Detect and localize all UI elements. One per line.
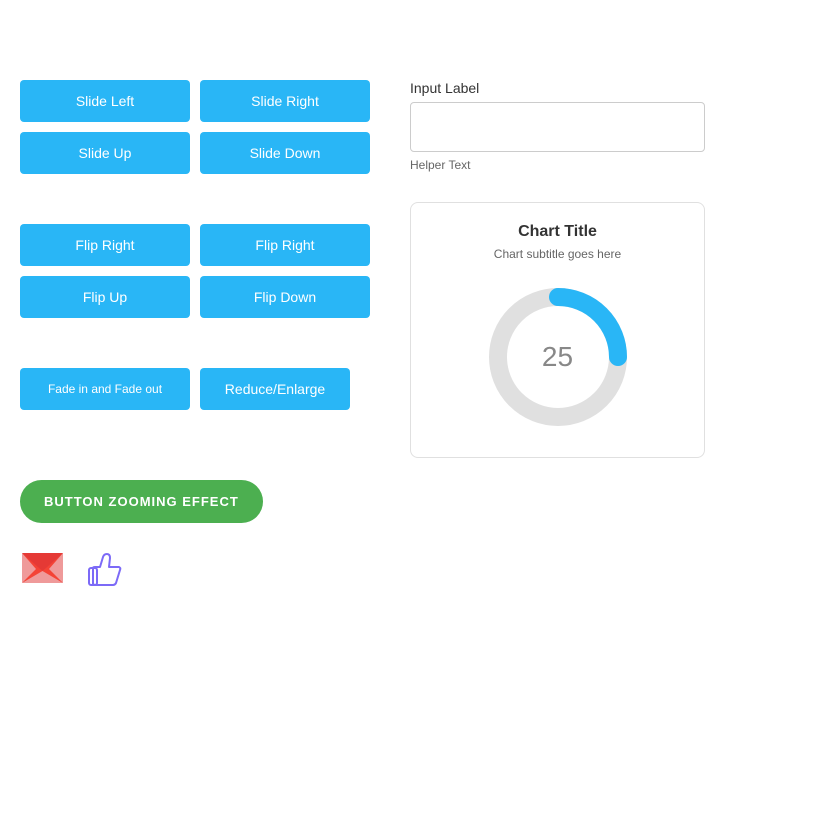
- gap-1: [20, 184, 370, 214]
- slide-left-button[interactable]: Slide Left: [20, 80, 190, 122]
- left-column: Slide Left Slide Right Slide Up Slide Do…: [20, 20, 370, 593]
- slide-down-button[interactable]: Slide Down: [200, 132, 370, 174]
- input-label: Input Label: [410, 80, 705, 96]
- gap-3: [20, 420, 370, 450]
- fade-row: Fade in and Fade out Reduce/Enlarge: [20, 368, 370, 410]
- chart-center-value: 25: [542, 341, 573, 373]
- gap-2: [20, 328, 370, 358]
- flip-right-1-button[interactable]: Flip Right: [20, 224, 190, 266]
- right-column: Input Label Helper Text Chart Title Char…: [410, 20, 705, 593]
- zooming-button[interactable]: BUTTON ZOOMING EFFECT: [20, 480, 263, 523]
- flip-row-2: Flip Up Flip Down: [20, 276, 370, 318]
- slide-row-1: Slide Left Slide Right: [20, 80, 370, 122]
- helper-text: Helper Text: [410, 158, 705, 172]
- chart-card: Chart Title Chart subtitle goes here 25: [410, 202, 705, 458]
- flip-up-button[interactable]: Flip Up: [20, 276, 190, 318]
- icons-row: [20, 543, 370, 593]
- text-input[interactable]: [410, 102, 705, 152]
- fade-in-out-button[interactable]: Fade in and Fade out: [20, 368, 190, 410]
- reduce-enlarge-button[interactable]: Reduce/Enlarge: [200, 368, 350, 410]
- slide-up-button[interactable]: Slide Up: [20, 132, 190, 174]
- flip-down-button[interactable]: Flip Down: [200, 276, 370, 318]
- input-section: Input Label Helper Text: [410, 80, 705, 172]
- flip-row-1: Flip Right Flip Right: [20, 224, 370, 266]
- donut-chart: 25: [478, 277, 638, 437]
- slide-right-button[interactable]: Slide Right: [200, 80, 370, 122]
- chart-title: Chart Title: [518, 223, 597, 241]
- mail-icon: [20, 543, 65, 593]
- thumbs-icon: [85, 548, 125, 588]
- flip-right-2-button[interactable]: Flip Right: [200, 224, 370, 266]
- chart-subtitle: Chart subtitle goes here: [494, 247, 621, 261]
- slide-row-2: Slide Up Slide Down: [20, 132, 370, 174]
